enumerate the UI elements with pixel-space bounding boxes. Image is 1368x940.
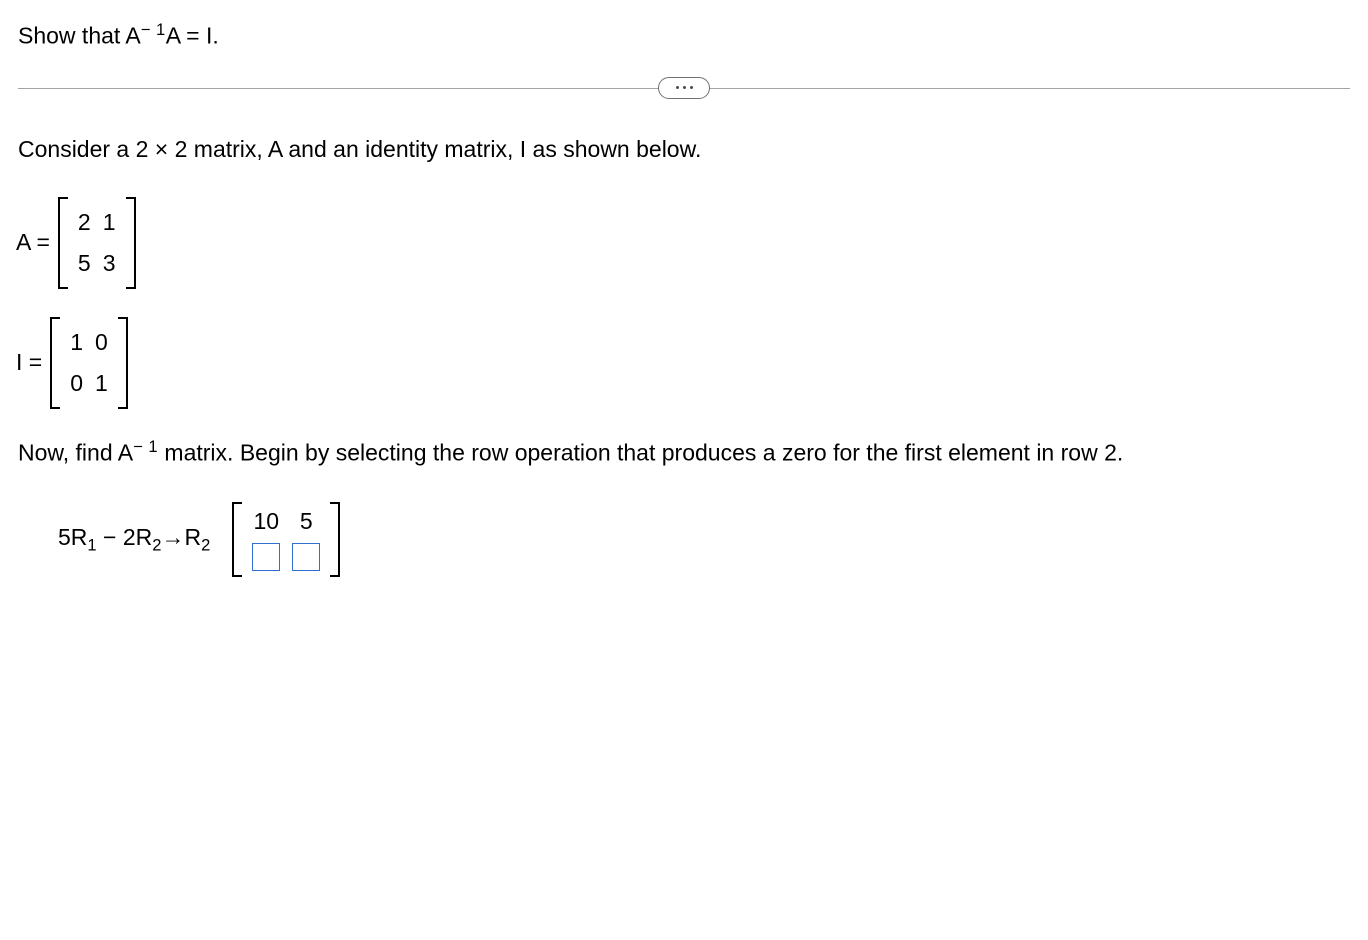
problem-post: A = I.	[166, 23, 219, 49]
rowop-part: 5R	[58, 524, 87, 550]
matrix-i: 1 0 0 1	[50, 317, 128, 409]
row-operation-line: 5R1 − 2R2→R2 10 5	[58, 502, 1350, 577]
instruction-text: Now, find A− 1 matrix. Begin by selectin…	[18, 437, 1350, 467]
matrix-cell: 1	[70, 329, 83, 356]
problem-statement: Show that A− 1A = I.	[18, 20, 1350, 50]
problem-pre: Show that A	[18, 23, 141, 49]
nowfind-post: matrix. Begin by selecting the row opera…	[158, 439, 1123, 465]
answer-input-r2c1[interactable]	[252, 543, 280, 571]
ellipsis-icon	[676, 86, 679, 89]
matrix-cell: 5	[292, 508, 320, 535]
matrix-cell: 1	[103, 209, 116, 236]
consider-text: Consider a 2 × 2 matrix, A and an identi…	[18, 136, 1350, 163]
problem-exponent: − 1	[141, 20, 166, 39]
expand-pill[interactable]	[658, 77, 710, 99]
matrix-i-label: I =	[16, 349, 42, 376]
bracket-right-icon	[126, 197, 136, 289]
rowop-sub: 1	[87, 536, 96, 555]
nowfind-pre: Now, find A	[18, 439, 133, 465]
matrix-cell: 5	[78, 250, 91, 277]
matrix-a-row: A = 2 1 5 3	[16, 197, 1350, 289]
matrix-cell: 2	[78, 209, 91, 236]
ellipsis-icon	[683, 86, 686, 89]
bracket-left-icon	[232, 502, 242, 577]
matrix-a-label: A =	[16, 229, 50, 256]
bracket-left-icon	[58, 197, 68, 289]
matrix-cell: 10	[252, 508, 280, 535]
rowop-part: R	[184, 524, 201, 550]
row-operation-expression: 5R1 − 2R2→R2	[58, 524, 210, 556]
matrix-cell: 0	[95, 329, 108, 356]
matrix-cell: 0	[70, 370, 83, 397]
answer-input-r2c2[interactable]	[292, 543, 320, 571]
matrix-i-row: I = 1 0 0 1	[16, 317, 1350, 409]
nowfind-exp: − 1	[133, 437, 158, 456]
matrix-a: 2 1 5 3	[58, 197, 136, 289]
bracket-right-icon	[118, 317, 128, 409]
ellipsis-icon	[690, 86, 693, 89]
matrix-cell: 1	[95, 370, 108, 397]
arrow-icon: →	[161, 524, 184, 550]
bracket-left-icon	[50, 317, 60, 409]
rowop-part: − 2R	[97, 524, 153, 550]
result-matrix: 10 5	[232, 502, 340, 577]
bracket-right-icon	[330, 502, 340, 577]
matrix-cell: 3	[103, 250, 116, 277]
rowop-sub: 2	[201, 536, 210, 555]
